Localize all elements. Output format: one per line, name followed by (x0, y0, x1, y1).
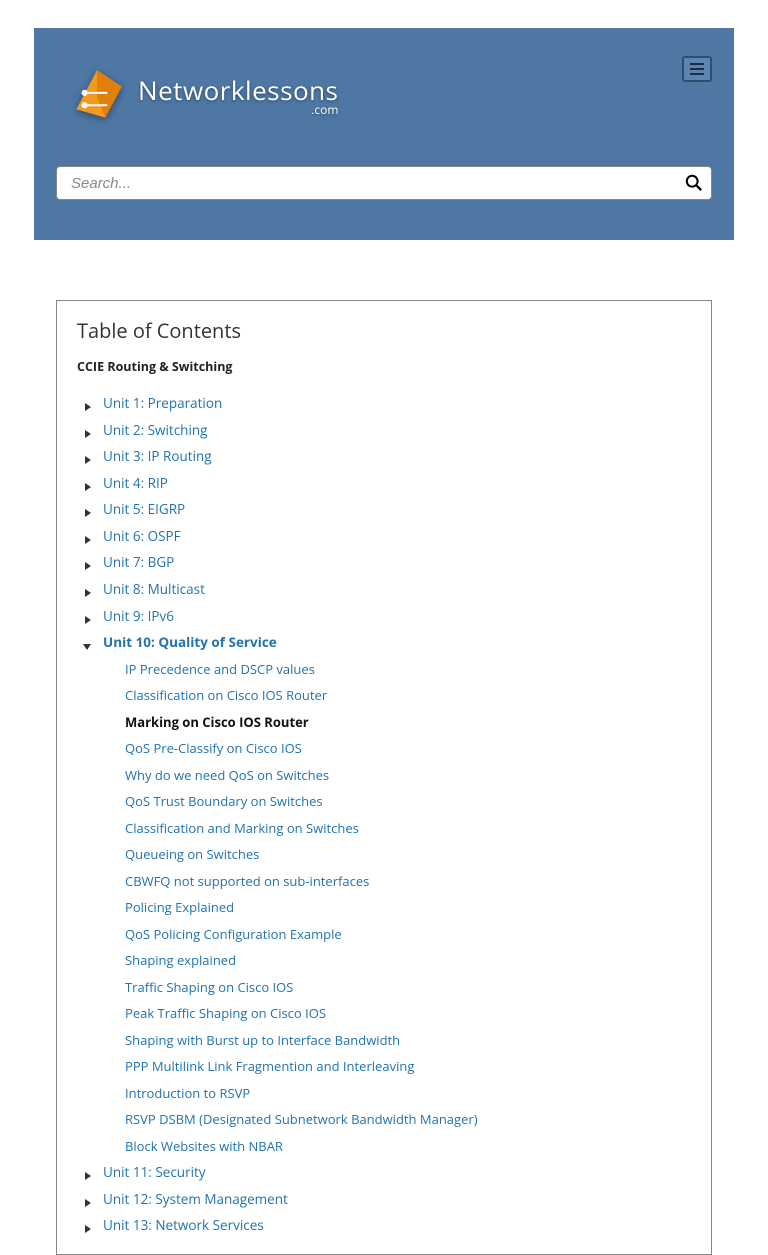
sub-link[interactable]: Traffic Shaping on Cisco IOS (125, 978, 293, 996)
sub-item: QoS Policing Configuration Example (125, 920, 691, 947)
sub-link[interactable]: Shaping explained (125, 951, 236, 969)
unit-item: Unit 9: IPv6 (81, 602, 691, 629)
menu-button[interactable] (682, 56, 712, 82)
chevron-down-icon[interactable] (81, 633, 95, 647)
chevron-right-icon[interactable] (81, 394, 95, 408)
unit-item: Unit 7: BGP (81, 548, 691, 575)
unit-link[interactable]: Unit 3: IP Routing (103, 447, 212, 465)
sub-item: Traffic Shaping on Cisco IOS (125, 973, 691, 1000)
chevron-right-icon[interactable] (81, 1216, 95, 1230)
logo[interactable]: Networklessons .com (66, 66, 338, 128)
sub-link[interactable]: Block Websites with NBAR (125, 1137, 283, 1155)
unit-item: Unit 10: Quality of Service (81, 628, 691, 655)
sub-link[interactable]: Classification on Cisco IOS Router (125, 686, 327, 704)
logo-icon (66, 66, 128, 128)
unit-link[interactable]: Unit 6: OSPF (103, 527, 181, 545)
sub-link[interactable]: RSVP DSBM (Designated Subnetwork Bandwid… (125, 1110, 478, 1128)
unit-link[interactable]: Unit 7: BGP (103, 553, 174, 571)
sub-link[interactable]: Marking on Cisco IOS Router (125, 713, 309, 731)
sub-item: CBWFQ not supported on sub-interfaces (125, 867, 691, 894)
search-input[interactable] (71, 175, 685, 192)
sub-link[interactable]: QoS Pre-Classify on Cisco IOS (125, 739, 302, 757)
chevron-right-icon[interactable] (81, 527, 95, 541)
chevron-right-icon[interactable] (81, 553, 95, 567)
toc-title: Table of Contents (77, 317, 691, 344)
sub-link[interactable]: Why do we need QoS on Switches (125, 766, 329, 784)
hamburger-icon (690, 63, 704, 65)
chevron-right-icon[interactable] (81, 447, 95, 461)
brand-name: Networklessons (138, 77, 338, 103)
unit-item: Unit 8: Multicast (81, 575, 691, 602)
search-bar[interactable] (56, 166, 712, 200)
header: Networklessons .com (34, 28, 734, 240)
unit-item: Unit 6: OSPF (81, 522, 691, 549)
unit-link[interactable]: Unit 12: System Management (103, 1190, 288, 1208)
unit-list: Unit 1: Preparation Unit 2: Switching Unit… (77, 389, 691, 1238)
content: Table of Contents CCIE Routing & Switchi… (34, 240, 734, 1255)
unit-link[interactable]: Unit 4: RIP (103, 474, 168, 492)
sub-item: Why do we need QoS on Switches (125, 761, 691, 788)
unit-link[interactable]: Unit 1: Preparation (103, 394, 222, 412)
sub-link[interactable]: PPP Multilink Link Fragmention and Inter… (125, 1057, 414, 1075)
unit-link[interactable]: Unit 2: Switching (103, 421, 207, 439)
unit-item: Unit 2: Switching (81, 416, 691, 443)
sub-item: Classification on Cisco IOS Router (125, 681, 691, 708)
unit-item: Unit 13: Network Services (81, 1211, 691, 1238)
unit-item: Unit 12: System Management (81, 1185, 691, 1212)
logo-text-wrap: Networklessons .com (138, 77, 338, 118)
unit-link[interactable]: Unit 9: IPv6 (103, 607, 174, 625)
sub-item: Shaping explained (125, 946, 691, 973)
sub-list: IP Precedence and DSCP values Classificat… (125, 655, 691, 1159)
sub-item: Shaping with Burst up to Interface Bandw… (125, 1026, 691, 1053)
chevron-right-icon[interactable] (81, 421, 95, 435)
chevron-right-icon[interactable] (81, 500, 95, 514)
sub-link[interactable]: Introduction to RSVP (125, 1084, 250, 1102)
sub-item: Peak Traffic Shaping on Cisco IOS (125, 999, 691, 1026)
chevron-right-icon[interactable] (81, 607, 95, 621)
sub-link[interactable]: IP Precedence and DSCP values (125, 660, 315, 678)
sub-item: Marking on Cisco IOS Router (125, 708, 691, 735)
unit-item: Unit 11: Security (81, 1158, 691, 1185)
chevron-right-icon[interactable] (81, 580, 95, 594)
unit-link[interactable]: Unit 11: Security (103, 1163, 206, 1181)
sub-item: IP Precedence and DSCP values (125, 655, 691, 682)
sub-item: RSVP DSBM (Designated Subnetwork Bandwid… (125, 1105, 691, 1132)
sub-item: PPP Multilink Link Fragmention and Inter… (125, 1052, 691, 1079)
sub-link[interactable]: QoS Policing Configuration Example (125, 925, 342, 943)
unit-link[interactable]: Unit 10: Quality of Service (103, 633, 277, 651)
sub-link[interactable]: QoS Trust Boundary on Switches (125, 792, 323, 810)
chevron-right-icon[interactable] (81, 474, 95, 488)
sub-item: Block Websites with NBAR (125, 1132, 691, 1159)
sub-item: Introduction to RSVP (125, 1079, 691, 1106)
unit-link[interactable]: Unit 8: Multicast (103, 580, 205, 598)
sub-link[interactable]: CBWFQ not supported on sub-interfaces (125, 872, 369, 890)
page-container: Networklessons .com Table of Contents (0, 0, 768, 1255)
sub-link[interactable]: Policing Explained (125, 898, 234, 916)
sub-link[interactable]: Classification and Marking on Switches (125, 819, 359, 837)
sub-link[interactable]: Shaping with Burst up to Interface Bandw… (125, 1031, 400, 1049)
unit-item: Unit 5: EIGRP (81, 495, 691, 522)
unit-link[interactable]: Unit 13: Network Services (103, 1216, 264, 1234)
sub-item: QoS Trust Boundary on Switches (125, 787, 691, 814)
sub-item: Classification and Marking on Switches (125, 814, 691, 841)
unit-item: Unit 3: IP Routing (81, 442, 691, 469)
sub-link[interactable]: Queueing on Switches (125, 845, 259, 863)
unit-link[interactable]: Unit 5: EIGRP (103, 500, 185, 518)
search-icon[interactable] (685, 174, 703, 192)
toc-subtitle: CCIE Routing & Switching (77, 358, 691, 375)
sub-item: QoS Pre-Classify on Cisco IOS (125, 734, 691, 761)
sub-link[interactable]: Peak Traffic Shaping on Cisco IOS (125, 1004, 326, 1022)
unit-item: Unit 4: RIP (81, 469, 691, 496)
unit-item: Unit 1: Preparation (81, 389, 691, 416)
sub-item: Policing Explained (125, 893, 691, 920)
table-of-contents: Table of Contents CCIE Routing & Switchi… (56, 300, 712, 1255)
chevron-right-icon[interactable] (81, 1163, 95, 1177)
sub-item: Queueing on Switches (125, 840, 691, 867)
chevron-right-icon[interactable] (81, 1190, 95, 1204)
header-top: Networklessons .com (56, 56, 712, 128)
